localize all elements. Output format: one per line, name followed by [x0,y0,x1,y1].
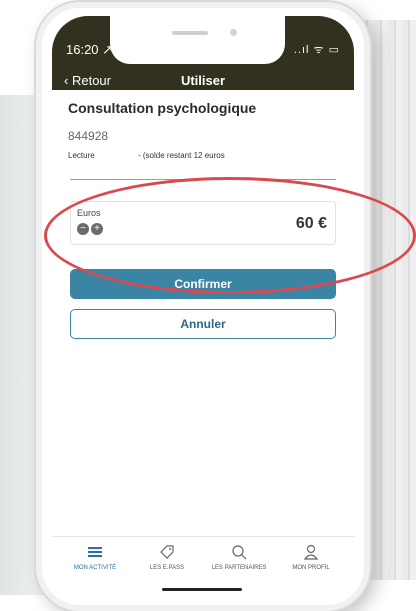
tab-les-partenaires[interactable]: LES PARTENAIRES [204,543,274,571]
service-heading: Consultation psychologique [68,100,257,116]
camera-icon [230,29,237,36]
speaker-icon [172,31,208,35]
search-icon [204,543,274,561]
tab-label: MON PROFIL [292,565,330,571]
tab-label: LES PARTENAIRES [211,565,267,571]
page-title: Utiliser [180,73,226,88]
tab-label: MON ACTIVITÉ [73,565,117,571]
tab-mon-activite[interactable]: MON ACTIVITÉ [60,543,130,571]
phone-frame: 16:20 ↗ ..ıl ᯤ ▭ ‹ Retour Utiliser Consu… [36,2,370,611]
status-time: 16:20 ↗ [66,42,114,57]
voucher-code: 844928 [68,129,109,143]
tag-icon [132,543,202,561]
app-screen: 16:20 ↗ ..ıl ᯤ ▭ ‹ Retour Utiliser Consu… [52,16,354,597]
balance-text: - (solde restant 12 euros [138,151,225,160]
cancel-button[interactable]: Annuler [70,309,336,339]
tab-label: LES E.PASS [149,565,185,571]
user-icon [276,543,346,561]
status-icons: ..ıl ᯤ ▭ [293,44,340,56]
menu-icon [60,543,130,561]
highlight-ellipse [44,177,416,294]
lecture-label: Lecture [68,151,95,160]
home-indicator [162,588,242,591]
tab-bar: MON ACTIVITÉ LES E.PASS LES PARTENAIRES … [52,536,354,597]
tab-mon-profil[interactable]: MON PROFIL [276,543,346,571]
tab-les-epass[interactable]: LES E.PASS [132,543,202,571]
phone-notch [110,16,285,64]
